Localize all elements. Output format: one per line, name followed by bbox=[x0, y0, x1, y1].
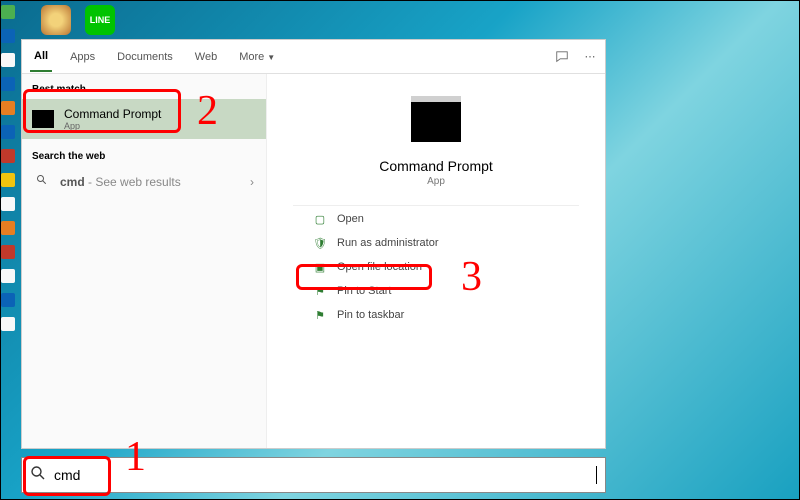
chevron-right-icon: › bbox=[250, 175, 254, 189]
desktop-icon[interactable] bbox=[1, 53, 15, 67]
tab-more[interactable]: More▼ bbox=[235, 43, 279, 71]
start-search-panel: All Apps Documents Web More▼ ⋯ Best matc… bbox=[21, 39, 606, 449]
desktop-icon-column bbox=[1, 1, 21, 499]
desktop-icon[interactable] bbox=[1, 269, 15, 283]
chevron-down-icon: ▼ bbox=[267, 53, 275, 62]
tab-all[interactable]: All bbox=[30, 42, 52, 72]
taskbar-search-box[interactable] bbox=[21, 457, 606, 493]
shield-icon: 🛡 bbox=[313, 236, 327, 250]
feedback-icon[interactable] bbox=[555, 50, 569, 64]
desktop-icon[interactable] bbox=[1, 173, 15, 187]
desktop-icon[interactable] bbox=[1, 221, 15, 235]
search-tabs: All Apps Documents Web More▼ ⋯ bbox=[22, 40, 605, 74]
web-result-suffix: - See web results bbox=[85, 175, 181, 189]
desktop-icon[interactable] bbox=[1, 125, 15, 139]
action-run-as-administrator[interactable]: 🛡 Run as administrator bbox=[313, 236, 439, 250]
pin-icon: ⚑ bbox=[313, 308, 327, 322]
results-column: Best match Command Prompt App Search the… bbox=[22, 74, 267, 448]
search-web-label: Search the web bbox=[22, 147, 266, 166]
search-input[interactable] bbox=[54, 467, 592, 483]
preview-subtitle: App bbox=[427, 176, 445, 187]
web-result-cmd[interactable]: cmd - See web results › bbox=[22, 166, 266, 197]
desktop-icon[interactable] bbox=[1, 101, 15, 115]
action-label: Open bbox=[337, 213, 364, 225]
action-pin-to-start[interactable]: ⚑ Pin to Start bbox=[313, 284, 439, 298]
preview-actions: ▢ Open 🛡 Run as administrator ▣ Open fil… bbox=[277, 212, 439, 322]
preview-column: Command Prompt App ▢ Open 🛡 Run as admin… bbox=[267, 74, 605, 448]
folder-icon: ▣ bbox=[313, 260, 327, 274]
action-open-file-location[interactable]: ▣ Open file location bbox=[313, 260, 439, 274]
action-pin-to-taskbar[interactable]: ⚑ Pin to taskbar bbox=[313, 308, 439, 322]
desktop-icon[interactable] bbox=[1, 5, 15, 19]
desktop-icon[interactable] bbox=[1, 293, 15, 307]
pin-icon: ⚑ bbox=[313, 284, 327, 298]
action-label: Open file location bbox=[337, 261, 422, 273]
divider bbox=[293, 205, 579, 206]
desktop-top-icons: LINE bbox=[41, 5, 115, 35]
desktop-icon[interactable] bbox=[1, 149, 15, 163]
desktop-icon[interactable] bbox=[1, 317, 15, 331]
result-subtitle: App bbox=[64, 121, 161, 131]
search-panel-body: Best match Command Prompt App Search the… bbox=[22, 74, 605, 448]
cmd-icon bbox=[32, 110, 54, 128]
desktop-icon[interactable] bbox=[1, 245, 15, 259]
more-options-icon[interactable]: ⋯ bbox=[583, 50, 597, 64]
result-title: Command Prompt bbox=[64, 107, 161, 121]
best-match-label: Best match bbox=[22, 80, 266, 99]
tab-documents[interactable]: Documents bbox=[113, 43, 177, 71]
search-icon bbox=[30, 465, 46, 486]
action-label: Run as administrator bbox=[337, 237, 439, 249]
text-caret bbox=[596, 466, 597, 484]
cmd-large-icon bbox=[411, 102, 461, 142]
action-label: Pin to taskbar bbox=[337, 309, 404, 321]
open-icon: ▢ bbox=[313, 212, 327, 226]
tab-apps[interactable]: Apps bbox=[66, 43, 99, 71]
tab-web[interactable]: Web bbox=[191, 43, 221, 71]
action-label: Pin to Start bbox=[337, 285, 391, 297]
search-icon bbox=[34, 174, 50, 189]
desktop-icon[interactable] bbox=[1, 29, 15, 43]
coccoc-icon[interactable] bbox=[41, 5, 71, 35]
desktop-icon[interactable] bbox=[1, 77, 15, 91]
web-result-query: cmd bbox=[60, 175, 85, 189]
action-open[interactable]: ▢ Open bbox=[313, 212, 439, 226]
result-command-prompt[interactable]: Command Prompt App bbox=[22, 99, 266, 139]
desktop-icon[interactable] bbox=[1, 197, 15, 211]
line-icon[interactable]: LINE bbox=[85, 5, 115, 35]
preview-title: Command Prompt bbox=[379, 158, 493, 174]
